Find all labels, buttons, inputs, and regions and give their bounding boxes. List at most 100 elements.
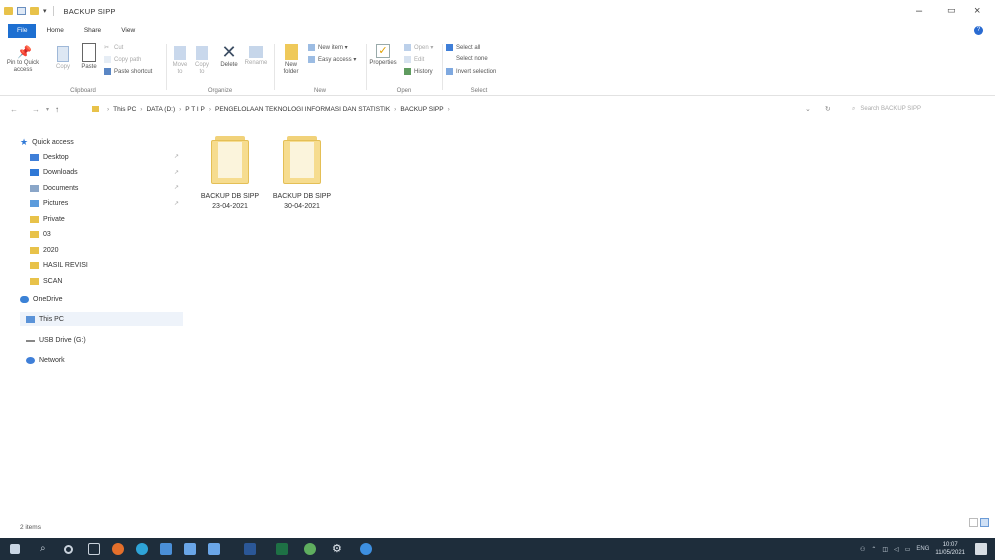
refresh-icon[interactable]: ↻ <box>825 105 831 113</box>
chrome-alt-icon[interactable] <box>360 543 372 555</box>
nav-quick-item[interactable]: Pictures <box>30 197 68 211</box>
tab-share[interactable]: Share <box>74 24 111 38</box>
battery-icon[interactable]: ▭ <box>905 546 911 553</box>
word-icon[interactable] <box>244 543 256 555</box>
paste-button[interactable]: Paste <box>78 43 100 71</box>
paste-shortcut-icon <box>104 68 111 75</box>
nav-network[interactable]: Network <box>26 353 65 367</box>
nav-quick-item[interactable]: Downloads <box>30 166 78 180</box>
pin-icon[interactable]: ↗ <box>174 184 179 191</box>
pin-icon[interactable]: ↗ <box>174 169 179 176</box>
new-folder-button[interactable]: New folder <box>278 44 304 76</box>
nav-this-pc[interactable]: This PC <box>26 312 64 326</box>
customize-toolbar-icon[interactable]: ▾ <box>43 7 47 15</box>
crumb-this-pc[interactable]: This PC <box>113 106 136 113</box>
back-arrow-icon[interactable]: ← <box>10 105 18 114</box>
tab-view[interactable]: View <box>111 24 145 38</box>
breadcrumb-separator: › <box>140 105 143 113</box>
delete-button[interactable]: ✕ Delete <box>218 43 240 69</box>
language-indicator[interactable]: ENG <box>916 546 929 552</box>
nav-quick-item[interactable]: Desktop <box>30 150 69 164</box>
nav-usb-drive[interactable]: USB Drive (G:) <box>26 333 86 347</box>
nav-quick-item-label: 2020 <box>43 246 59 254</box>
search-taskbar-icon[interactable]: ⌕ <box>40 543 52 555</box>
chrome-icon[interactable] <box>304 543 316 555</box>
copy-path-button[interactable]: Copy path <box>104 56 141 63</box>
crumb-ptip[interactable]: P T I P <box>185 106 205 113</box>
folder-name-line2: 23-04-2021 <box>212 203 248 210</box>
select-none-button[interactable]: Select none <box>456 56 488 62</box>
crumb-pengelolaan[interactable]: PENGELOLAAN TEKNOLOGI INFORMASI DAN STAT… <box>215 106 390 113</box>
forward-arrow-icon[interactable]: → <box>32 105 40 114</box>
folder-item[interactable]: BACKUP DB SIPP 30-04-2021 <box>266 136 338 212</box>
rename-button[interactable]: Rename <box>244 46 268 67</box>
folder-icon <box>30 277 39 285</box>
properties-button[interactable]: ✓ Properties <box>368 44 398 67</box>
maximize-button[interactable]: ▭ <box>947 5 956 16</box>
tab-home[interactable]: Home <box>36 24 73 38</box>
app-window-icon[interactable] <box>208 543 220 555</box>
nav-onedrive[interactable]: OneDrive <box>20 292 63 306</box>
new-item-button[interactable]: New item ▾ <box>308 44 348 51</box>
edge-icon[interactable] <box>136 543 148 555</box>
close-button[interactable]: × <box>974 5 980 17</box>
notifications-icon[interactable] <box>975 543 987 555</box>
easy-access-button[interactable]: Easy access ▾ <box>308 56 356 63</box>
copy-to-button[interactable]: Copy to <box>192 46 212 76</box>
firefox-icon[interactable] <box>112 543 124 555</box>
navigation-pane: ★ Quick access OneDrive This PC USB Driv… <box>0 128 185 528</box>
folder-icon <box>283 136 321 184</box>
crumb-data-drive[interactable]: DATA (D:) <box>146 106 175 113</box>
volume-icon[interactable]: ◁ <box>894 546 899 553</box>
crumb-backup-sipp[interactable]: BACKUP SIPP <box>400 106 443 113</box>
large-icons-view-icon[interactable] <box>980 518 989 527</box>
clock[interactable]: 10:07 11/05/2021 <box>935 541 965 557</box>
copy-button[interactable]: Copy <box>52 46 74 71</box>
nav-quick-item-label: Pictures <box>43 200 69 207</box>
nav-quick-item[interactable]: 03 <box>30 228 51 242</box>
properties-quick-icon[interactable] <box>17 7 26 15</box>
tab-file[interactable]: File <box>8 24 37 38</box>
star-icon: ★ <box>20 136 29 147</box>
search-box[interactable]: ⌕ Search BACKUP SIPP <box>852 103 980 115</box>
open-button[interactable]: Open ▾ <box>404 44 433 51</box>
pin-to-quick-access-button[interactable]: 📌 Pin to Quick access <box>6 46 40 74</box>
help-icon[interactable]: ? <box>974 26 983 35</box>
invert-selection-button[interactable]: Invert selection <box>446 68 496 75</box>
clipboard-group: 📌 Pin to Quick access Copy Paste ✂ Cut Co… <box>0 40 166 96</box>
cut-button[interactable]: ✂ Cut <box>104 44 123 52</box>
task-view-icon[interactable] <box>88 543 100 555</box>
paste-shortcut-button[interactable]: Paste shortcut <box>104 68 152 75</box>
breadcrumb[interactable]: › This PC › DATA (D:) › P T I P › PENGEL… <box>92 100 454 118</box>
nav-quick-access[interactable]: ★ Quick access <box>20 135 74 149</box>
up-arrow-icon[interactable]: ↑ <box>55 105 59 114</box>
details-view-icon[interactable] <box>969 518 978 527</box>
nav-quick-item[interactable]: HASIL REVISI <box>30 259 88 273</box>
file-explorer-taskbar-icon[interactable] <box>184 543 196 555</box>
nav-quick-item[interactable]: Documents <box>30 181 78 195</box>
windows-start-icon[interactable] <box>10 544 20 554</box>
minimize-button[interactable]: – <box>916 5 922 17</box>
history-button[interactable]: History <box>404 68 433 75</box>
edit-button[interactable]: Edit <box>404 56 424 63</box>
select-all-button[interactable]: Select all <box>446 44 480 51</box>
nav-quick-item[interactable]: SCAN <box>30 274 62 288</box>
nav-quick-item[interactable]: Private <box>30 212 65 226</box>
address-dropdown-icon[interactable]: ⌄ <box>805 105 811 113</box>
store-icon[interactable] <box>160 543 172 555</box>
recent-locations-icon[interactable]: ▾ <box>46 106 49 113</box>
move-to-button[interactable]: Move to <box>170 46 190 76</box>
network-tray-icon[interactable]: ◫ <box>882 546 888 553</box>
folder-item[interactable]: BACKUP DB SIPP 23-04-2021 <box>194 136 266 212</box>
people-icon[interactable]: ⚇ <box>860 546 865 553</box>
nav-quick-item[interactable]: 2020 <box>30 243 59 257</box>
cortana-icon[interactable] <box>64 545 73 554</box>
pin-icon[interactable]: ↗ <box>174 153 179 160</box>
settings-gear-icon[interactable]: ⚙ <box>332 543 344 555</box>
new-folder-quick-icon[interactable] <box>30 7 39 15</box>
search-input[interactable]: Search BACKUP SIPP <box>860 106 921 112</box>
folder-icon <box>4 7 13 15</box>
excel-icon[interactable] <box>276 543 288 555</box>
show-hidden-icons-icon[interactable]: ⌃ <box>871 546 876 553</box>
pin-icon[interactable]: ↗ <box>174 200 179 207</box>
